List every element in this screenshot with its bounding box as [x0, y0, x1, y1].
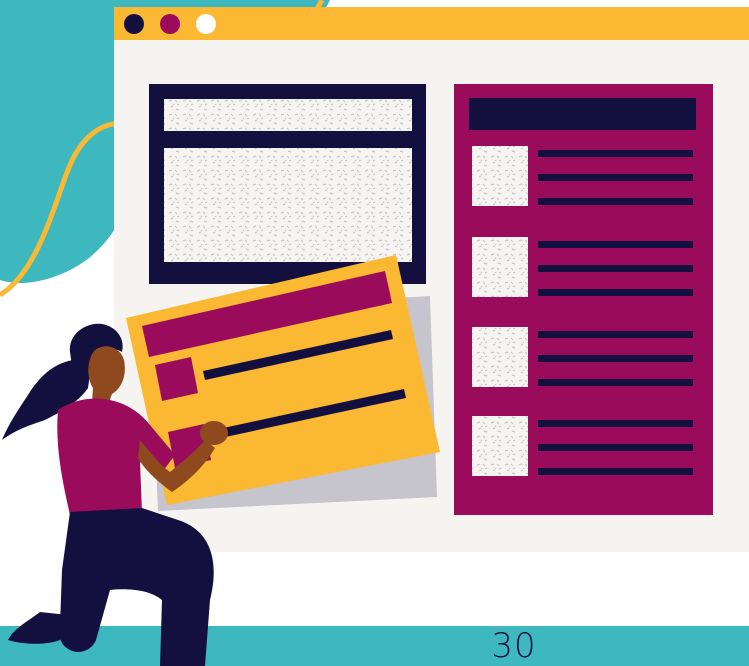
person-legs-texture	[60, 508, 150, 640]
website-design-illustration	[0, 0, 749, 666]
wireframe-header-block	[164, 99, 412, 131]
wireframe-panel	[149, 84, 426, 284]
person-hand	[200, 421, 228, 445]
list-panel-header	[469, 98, 696, 130]
window-dot-navy	[124, 14, 144, 34]
window-dot-white	[196, 14, 216, 34]
list-panel	[454, 84, 713, 515]
list-thumbnail	[472, 327, 528, 387]
wireframe-content-block	[164, 148, 412, 262]
card-thumbnail	[155, 357, 198, 401]
list-thumbnail	[472, 416, 528, 476]
window-dot-magenta	[160, 14, 180, 34]
list-thumbnail	[472, 146, 528, 206]
footer-band	[0, 626, 749, 666]
page-number: 30	[491, 626, 537, 666]
list-thumbnail	[472, 237, 528, 297]
